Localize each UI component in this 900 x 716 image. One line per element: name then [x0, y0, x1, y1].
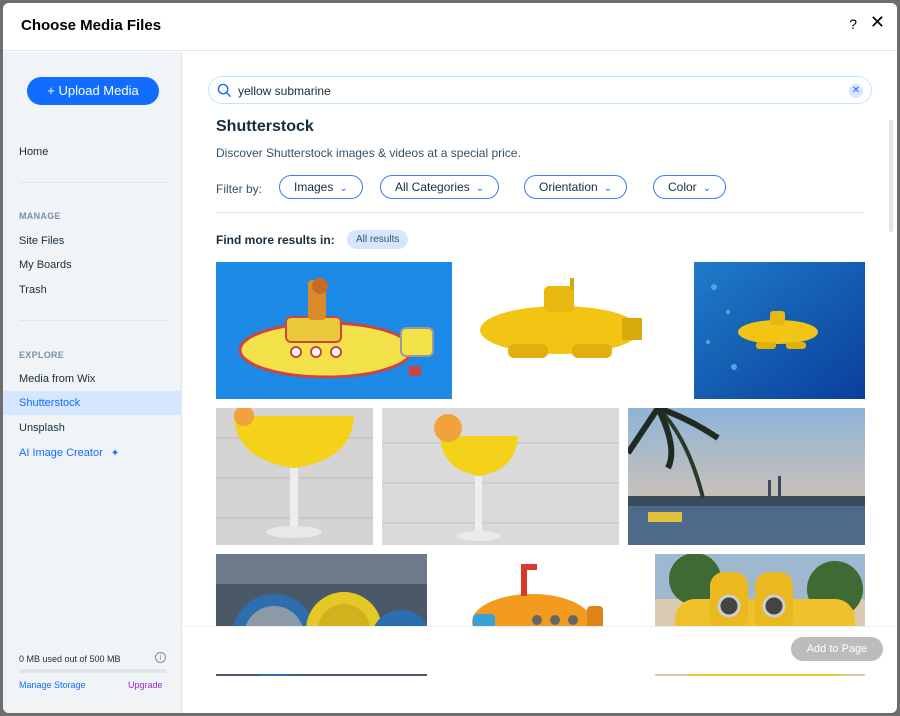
filter-label-text: All Categories [395, 180, 470, 194]
filter-categories-dropdown[interactable]: All Categories ⌄ [380, 175, 500, 199]
upload-media-button[interactable]: + Upload Media [27, 77, 159, 105]
sidebar-item-label: AI Image Creator [19, 447, 103, 459]
page-subtitle: Discover Shutterstock images & videos at… [216, 146, 521, 160]
add-to-page-button[interactable]: Add to Page [791, 637, 883, 661]
scrollbar[interactable] [889, 120, 893, 232]
filter-label: Filter by: [216, 182, 263, 196]
help-icon[interactable]: ? [849, 16, 857, 32]
sidebar-item-site-files[interactable]: Site Files [3, 229, 182, 253]
result-image[interactable] [694, 262, 865, 399]
main-panel: yellow submarine ✕ Shutterstock Discover… [183, 52, 897, 713]
yellow-submarine-cartoon-image [216, 262, 452, 399]
chevron-down-icon: ⌄ [475, 183, 485, 194]
search-icon [217, 83, 232, 98]
sidebar-divider [19, 320, 167, 321]
all-results-badge[interactable]: All results [347, 230, 409, 249]
close-icon[interactable]: ✕ [870, 13, 885, 31]
chevron-down-icon: ⌄ [603, 183, 613, 194]
dialog-title: Choose Media Files [21, 17, 162, 34]
storage-usage-text: 0 MB used out of 500 MB [19, 654, 121, 664]
storage-bar [19, 669, 167, 673]
sidebar-item-shutterstock[interactable]: Shutterstock [3, 391, 182, 415]
sidebar-item-ai-image-creator[interactable]: AI Image Creator ✦ [3, 441, 182, 465]
clear-search-icon[interactable]: ✕ [849, 84, 863, 98]
filter-label-text: Images [294, 180, 334, 194]
media-dialog: Choose Media Files ? ✕ + Upload Media Ho… [3, 3, 897, 713]
info-icon[interactable]: i [155, 652, 166, 663]
more-results-label: Find more results in: [216, 233, 335, 247]
filter-color-dropdown[interactable]: Color ⌄ [653, 175, 727, 199]
upgrade-link[interactable]: Upgrade [128, 680, 163, 690]
dialog-footer: Add to Page [183, 626, 897, 674]
chevron-down-icon: ⌄ [702, 183, 712, 194]
yellow-submarine-3d-image [462, 262, 658, 399]
result-image[interactable] [628, 408, 865, 545]
search-value: yellow submarine [238, 84, 331, 98]
sidebar-item-unsplash[interactable]: Unsplash [3, 416, 182, 440]
filter-orientation-dropdown[interactable]: Orientation ⌄ [524, 175, 628, 199]
result-image[interactable] [216, 408, 373, 545]
yellow-submarine-underwater-image [694, 262, 865, 399]
explore-heading: EXPLORE [19, 350, 65, 360]
dialog-header: Choose Media Files ? ✕ [3, 3, 897, 51]
sidebar-divider [19, 182, 167, 183]
result-image[interactable] [382, 408, 619, 545]
sidebar-item-my-boards[interactable]: My Boards [3, 253, 182, 277]
manage-heading: MANAGE [19, 211, 61, 221]
cocktail-glass-image [382, 408, 619, 545]
chevron-down-icon: ⌄ [339, 183, 348, 194]
result-image[interactable] [462, 262, 658, 399]
section-divider [216, 212, 864, 213]
filter-label-text: Color [668, 180, 697, 194]
filter-images-dropdown[interactable]: Images ⌄ [279, 175, 363, 199]
manage-storage-link[interactable]: Manage Storage [19, 680, 86, 690]
result-image[interactable] [216, 262, 452, 399]
page-title: Shutterstock [216, 118, 314, 135]
cocktail-glass-image [216, 408, 373, 545]
sidebar: + Upload Media Home MANAGE Site Files My… [3, 52, 182, 713]
harbor-sunset-image [628, 408, 865, 545]
sparkle-icon: ✦ [110, 448, 120, 459]
sidebar-item-trash[interactable]: Trash [3, 278, 182, 302]
filter-label-text: Orientation [539, 180, 598, 194]
search-input[interactable]: yellow submarine ✕ [208, 76, 872, 104]
sidebar-item-home[interactable]: Home [3, 140, 182, 164]
sidebar-item-media-from-wix[interactable]: Media from Wix [3, 367, 182, 391]
